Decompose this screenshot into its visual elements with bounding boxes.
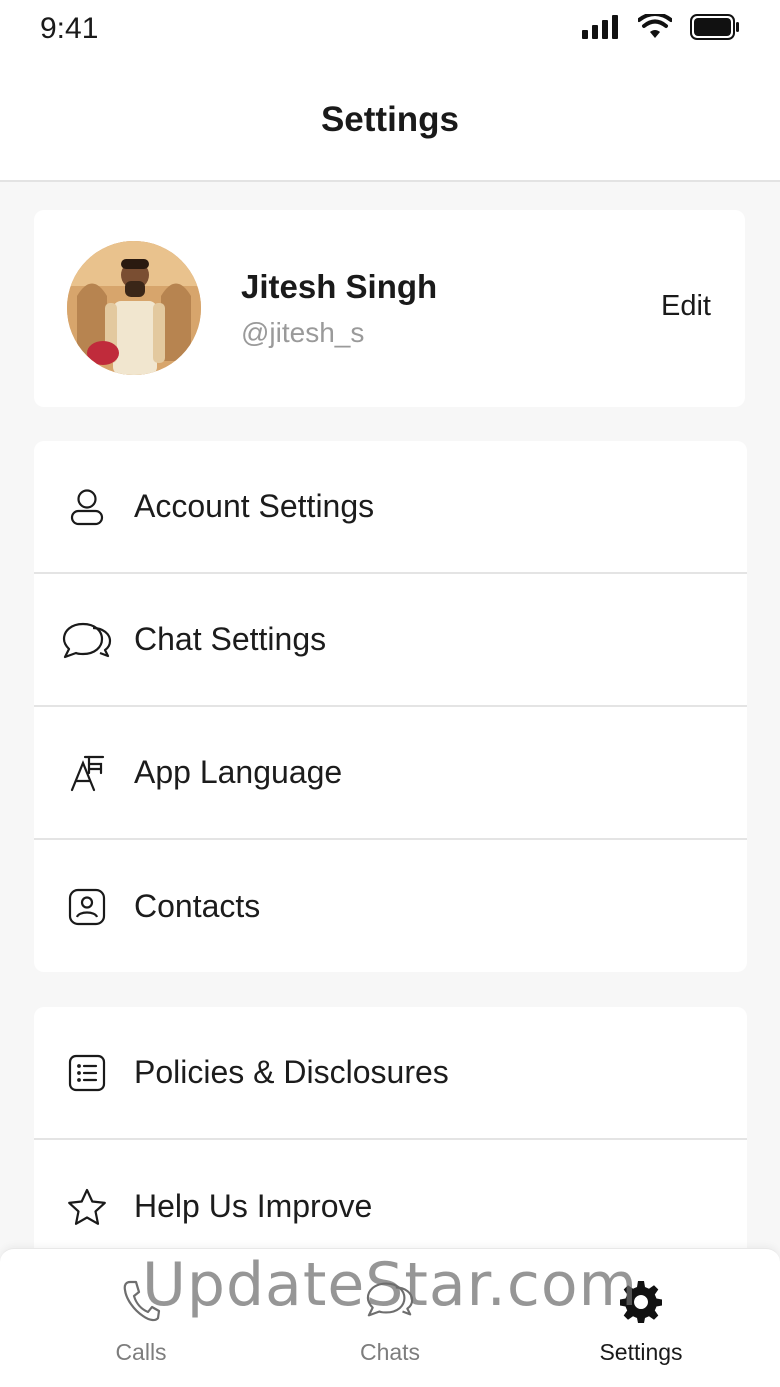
settings-group-info: Policies & Disclosures Help Us Improve bbox=[34, 1007, 747, 1257]
nav-header: Settings bbox=[0, 60, 780, 182]
profile-handle: @jitesh_s bbox=[241, 317, 365, 348]
policies-label: Policies & Disclosures bbox=[134, 1054, 449, 1090]
tab-chats[interactable]: Chats bbox=[290, 1249, 490, 1387]
account-settings-label: Account Settings bbox=[134, 488, 375, 524]
star-icon bbox=[68, 1188, 106, 1225]
page-title: Settings bbox=[320, 100, 460, 139]
tab-bar: Calls Chats Settings bbox=[0, 1248, 780, 1387]
contact-card-icon bbox=[68, 888, 106, 925]
user-icon bbox=[70, 488, 104, 525]
settings-group-main: Account Settings Chat Settings App Langu… bbox=[34, 441, 747, 972]
tab-calls-label: Calls bbox=[115, 1339, 167, 1365]
wifi-icon bbox=[638, 14, 672, 38]
status-bar: 9:41 bbox=[0, 0, 780, 60]
tab-settings[interactable]: Settings bbox=[541, 1249, 741, 1387]
status-icons bbox=[582, 14, 740, 40]
avatar-photo bbox=[67, 241, 201, 375]
battery-icon bbox=[690, 14, 739, 40]
language-icon bbox=[70, 755, 105, 791]
app-language-label: App Language bbox=[134, 754, 343, 790]
avatar[interactable] bbox=[67, 241, 201, 375]
cellular-signal-icon bbox=[582, 15, 618, 39]
edit-profile-button[interactable]: Edit bbox=[661, 290, 711, 323]
tab-chats-label: Chats bbox=[359, 1339, 421, 1365]
tab-settings-label: Settings bbox=[599, 1339, 683, 1365]
profile-card: Jitesh Singh @jitesh_s Edit bbox=[34, 210, 745, 407]
status-time: 9:41 bbox=[40, 12, 99, 45]
chat-settings-row[interactable]: Chat Settings bbox=[34, 574, 747, 707]
chat-bubbles-icon bbox=[62, 622, 112, 658]
tab-calls[interactable]: Calls bbox=[41, 1249, 241, 1387]
help-improve-row[interactable]: Help Us Improve bbox=[34, 1140, 747, 1257]
contacts-label: Contacts bbox=[134, 888, 261, 924]
chat-bubbles-icon bbox=[366, 1282, 414, 1317]
chat-settings-label: Chat Settings bbox=[134, 621, 327, 657]
list-icon bbox=[68, 1054, 106, 1091]
policies-row[interactable]: Policies & Disclosures bbox=[34, 1007, 747, 1140]
profile-name: Jitesh Singh bbox=[241, 268, 438, 305]
app-language-row[interactable]: App Language bbox=[34, 707, 747, 840]
phone-icon bbox=[123, 1280, 161, 1322]
gear-icon bbox=[620, 1281, 662, 1323]
help-improve-label: Help Us Improve bbox=[134, 1188, 373, 1224]
contacts-row[interactable]: Contacts bbox=[34, 840, 747, 972]
account-settings-row[interactable]: Account Settings bbox=[34, 441, 747, 574]
